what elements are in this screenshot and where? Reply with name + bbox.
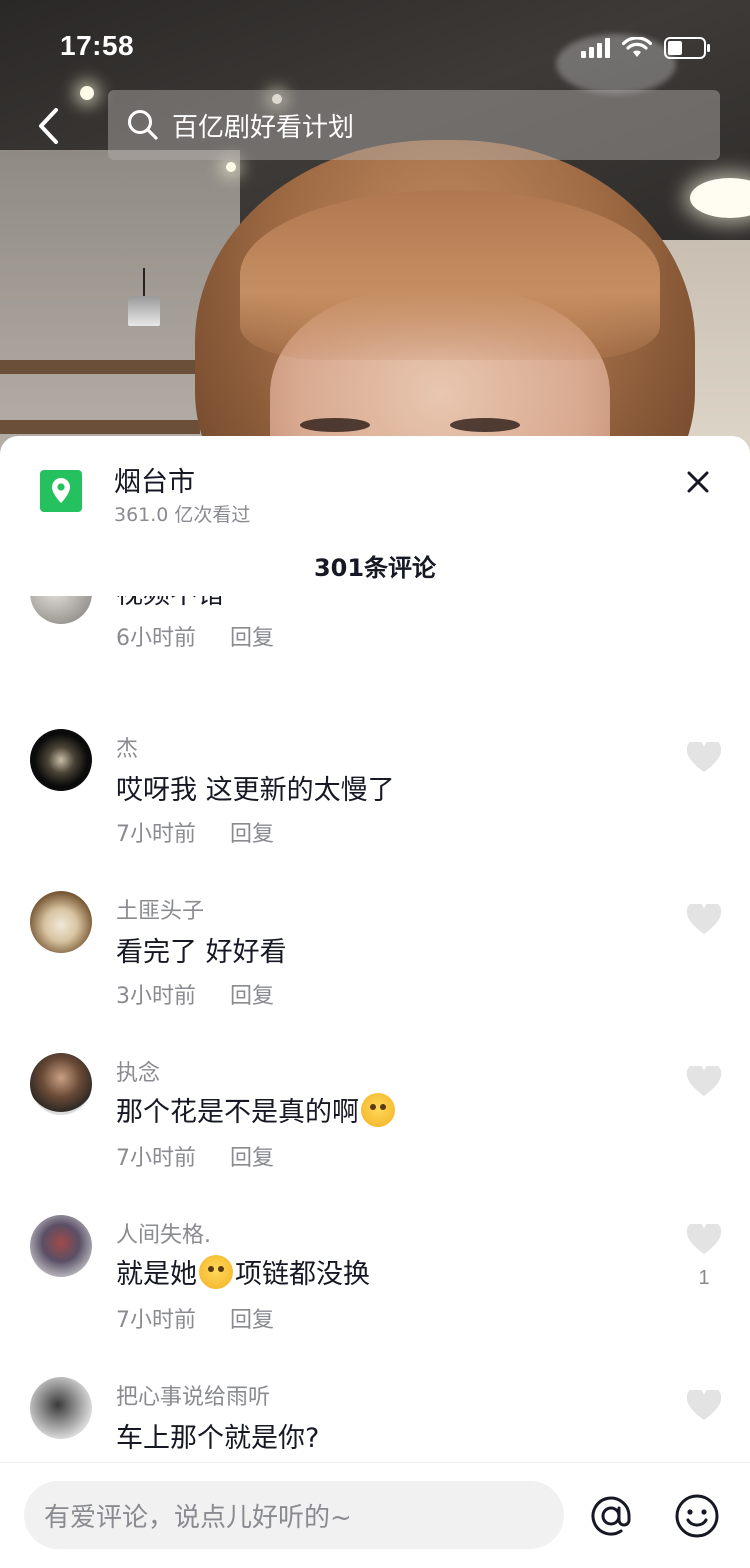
comment-meta: 7小时前 回复 — [116, 1140, 274, 1172]
cellular-signal-icon — [581, 38, 610, 58]
comment-item[interactable]: 土匪头子 看完了 好好看 3小时前 回复 — [0, 886, 750, 1048]
video-person-fringe — [240, 190, 660, 360]
comment-meta: 7小时前 回复 — [116, 1302, 274, 1334]
comment-time: 7小时前 — [116, 1146, 196, 1171]
location-views: 361.0 亿次看过 — [114, 504, 251, 526]
video-ceiling-light — [226, 162, 236, 172]
comment-count-title: 301条评论 — [313, 554, 437, 582]
avatar[interactable] — [30, 891, 92, 953]
reply-button[interactable]: 回复 — [230, 978, 274, 1010]
heart-icon — [686, 1388, 722, 1420]
avatar[interactable] — [30, 1377, 92, 1439]
comment-sheet: 烟台市 361.0 亿次看过 301条评论 视频不错 6小时前 回复 杰 哎呀我… — [0, 436, 750, 1568]
avatar[interactable] — [30, 1215, 92, 1277]
search-query: 百亿剧好看计划 — [172, 112, 355, 143]
comment-item[interactable]: 执念 那个花是不是真的啊 7小时前 回复 — [0, 1048, 750, 1210]
comment-input-bar: 有爱评论，说点儿好听的~ — [0, 1462, 750, 1568]
comment-time: 3小时前 — [116, 984, 196, 1009]
at-mention-icon[interactable] — [588, 1493, 634, 1539]
video-person-eye — [300, 418, 370, 432]
video-shelf — [0, 360, 200, 374]
status-time: 17:58 — [60, 30, 135, 61]
comment-item[interactable]: 把心事说给雨听 车上那个就是你? — [0, 1372, 750, 1464]
avatar[interactable] — [30, 1053, 92, 1115]
comment-time: 7小时前 — [116, 822, 196, 847]
comment-username[interactable]: 把心事说给雨听 — [116, 1379, 270, 1411]
like-button[interactable] — [686, 740, 722, 779]
reply-button[interactable]: 回复 — [230, 1302, 274, 1334]
like-count: 1 — [698, 1267, 710, 1289]
close-button[interactable] — [678, 462, 718, 502]
like-button[interactable] — [686, 1388, 722, 1427]
avatar[interactable] — [30, 596, 92, 624]
comment-text: 那个花是不是真的啊 — [116, 1090, 397, 1129]
like-button[interactable] — [686, 902, 722, 941]
comment-item[interactable]: 人间失格. 就是她 项链都没换 7小时前 回复 1 — [0, 1210, 750, 1372]
comment-item[interactable]: 杰 哎呀我 这更新的太慢了 7小时前 回复 — [0, 724, 750, 886]
location-pin-icon[interactable] — [40, 470, 82, 512]
close-icon — [687, 471, 709, 493]
comment-list[interactable]: 视频不错 6小时前 回复 杰 哎呀我 这更新的太慢了 7小时前 回复 — [0, 596, 750, 1464]
avatar[interactable] — [30, 729, 92, 791]
like-button[interactable]: 1 — [686, 1222, 722, 1290]
back-button[interactable] — [28, 104, 68, 148]
heart-icon — [686, 902, 722, 934]
comment-time: 7小时前 — [116, 1308, 196, 1333]
search-icon — [128, 110, 158, 140]
chevron-left-icon — [39, 108, 58, 144]
comment-text: 哎呀我 这更新的太慢了 — [116, 775, 395, 806]
emoji-icon[interactable] — [674, 1493, 720, 1539]
video-lamp — [124, 268, 164, 338]
comment-time: 6小时前 — [116, 626, 196, 651]
video-person-eye — [450, 418, 520, 432]
like-button[interactable] — [686, 1064, 722, 1103]
comment-text-part: 项链都没换 — [235, 1259, 370, 1290]
battery-icon — [664, 36, 712, 60]
comment-username[interactable]: 人间失格. — [116, 1217, 211, 1249]
comment-username[interactable]: 土匪头子 — [116, 893, 204, 925]
comment-meta: 6小时前 回复 — [116, 620, 274, 652]
comment-text: 就是她 项链都没换 — [116, 1252, 370, 1291]
comment-text-part: 那个花是不是真的啊 — [116, 1097, 359, 1128]
video-shelf-lower — [0, 420, 200, 434]
reply-button[interactable]: 回复 — [230, 620, 274, 652]
video-ceiling-light — [80, 86, 94, 100]
comment-meta: 3小时前 回复 — [116, 978, 274, 1010]
comment-input[interactable]: 有爱评论，说点儿好听的~ — [24, 1481, 564, 1549]
pleading-face-emoji-icon — [361, 1092, 395, 1127]
comment-item[interactable]: 视频不错 6小时前 回复 — [0, 596, 750, 724]
comment-text-part: 就是她 — [116, 1259, 197, 1290]
comment-text: 视频不错 — [116, 596, 224, 611]
rolling-laughing-emoji-icon — [199, 1254, 233, 1289]
comment-text: 车上那个就是你? — [116, 1423, 320, 1454]
location-name[interactable]: 烟台市 — [114, 460, 195, 499]
heart-icon — [686, 1222, 722, 1254]
comment-username[interactable]: 杰 — [116, 731, 138, 763]
heart-icon — [686, 1064, 722, 1096]
reply-button[interactable]: 回复 — [230, 816, 274, 848]
comment-text: 看完了 好好看 — [116, 937, 287, 968]
comment-meta: 7小时前 回复 — [116, 816, 274, 848]
heart-icon — [686, 740, 722, 772]
search-bar[interactable]: 百亿剧好看计划 — [108, 90, 720, 160]
comment-username[interactable]: 执念 — [116, 1055, 160, 1087]
wifi-icon — [622, 37, 652, 59]
status-indicators — [581, 36, 712, 60]
reply-button[interactable]: 回复 — [230, 1140, 274, 1172]
